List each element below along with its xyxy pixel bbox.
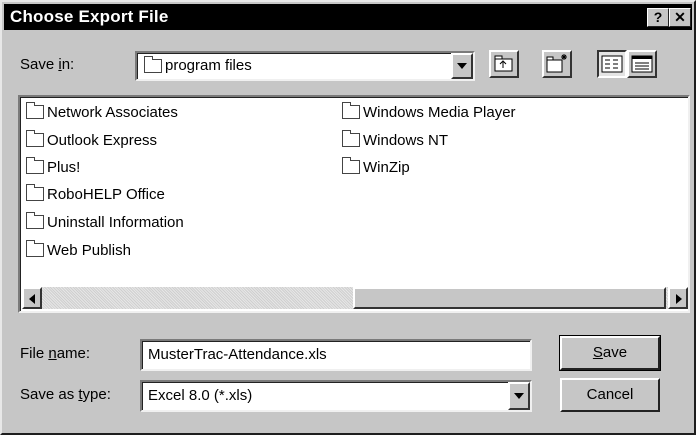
scroll-left-button[interactable]: [22, 287, 42, 309]
folder-icon: [342, 102, 360, 119]
folder-icon: [26, 157, 44, 174]
folder-icon: [26, 240, 44, 257]
save-button[interactable]: Save: [559, 335, 661, 371]
list-item[interactable]: RoboHELP Office: [26, 184, 165, 204]
folder-icon: [144, 56, 165, 73]
chevron-down-icon: [514, 393, 524, 399]
save-in-dropdown[interactable]: program files: [135, 51, 475, 81]
save-as-type-dropdown-button[interactable]: [508, 382, 530, 410]
new-folder-icon: [546, 54, 567, 73]
arrow-right-icon: [676, 294, 682, 304]
help-button[interactable]: ?: [647, 8, 669, 27]
list-view-button[interactable]: [597, 50, 627, 78]
folder-icon: [342, 130, 360, 147]
list-item[interactable]: Outlook Express: [26, 130, 157, 150]
dialog-title: Choose Export File: [10, 7, 169, 26]
close-button[interactable]: ✕: [669, 8, 691, 27]
scroll-thumb[interactable]: [353, 287, 666, 309]
file-list[interactable]: Network Associates Outlook Express Plus!…: [18, 95, 690, 313]
create-new-folder-button[interactable]: [542, 50, 572, 78]
up-one-level-button[interactable]: [489, 50, 519, 78]
file-name-label: File name:: [20, 345, 91, 362]
horizontal-scrollbar[interactable]: [22, 287, 688, 309]
list-item[interactable]: WinZip: [342, 157, 410, 177]
chevron-down-icon: [457, 63, 467, 69]
list-item[interactable]: Windows Media Player: [342, 102, 516, 122]
list-item[interactable]: Uninstall Information: [26, 212, 184, 232]
folder-icon: [342, 157, 360, 174]
scroll-right-button[interactable]: [668, 287, 688, 309]
file-name-input[interactable]: MusterTrac-Attendance.xls: [140, 339, 532, 371]
folder-icon: [26, 102, 44, 119]
folder-icon: [26, 212, 44, 229]
list-item[interactable]: Windows NT: [342, 130, 448, 150]
folder-icon: [26, 184, 44, 201]
title-bar: Choose Export File ? ✕: [4, 4, 692, 30]
save-in-value: program files: [165, 57, 252, 74]
list-view-icon: [601, 55, 623, 73]
save-in-dropdown-button[interactable]: [451, 53, 473, 79]
save-in-label: Save in:: [20, 56, 75, 73]
export-dialog: Choose Export File ? ✕ Save in: program …: [0, 0, 696, 435]
list-item[interactable]: Network Associates: [26, 102, 178, 122]
details-view-icon: [631, 55, 653, 73]
list-item[interactable]: Web Publish: [26, 240, 131, 260]
folder-up-icon: [494, 55, 513, 72]
list-item[interactable]: Plus!: [26, 157, 80, 177]
cancel-button[interactable]: Cancel: [560, 378, 660, 412]
arrow-left-icon: [29, 294, 35, 304]
save-as-type-label: Save as type:: [20, 386, 111, 403]
details-view-button[interactable]: [627, 50, 657, 78]
folder-icon: [26, 130, 44, 147]
save-as-type-dropdown[interactable]: Excel 8.0 (*.xls): [140, 380, 532, 412]
